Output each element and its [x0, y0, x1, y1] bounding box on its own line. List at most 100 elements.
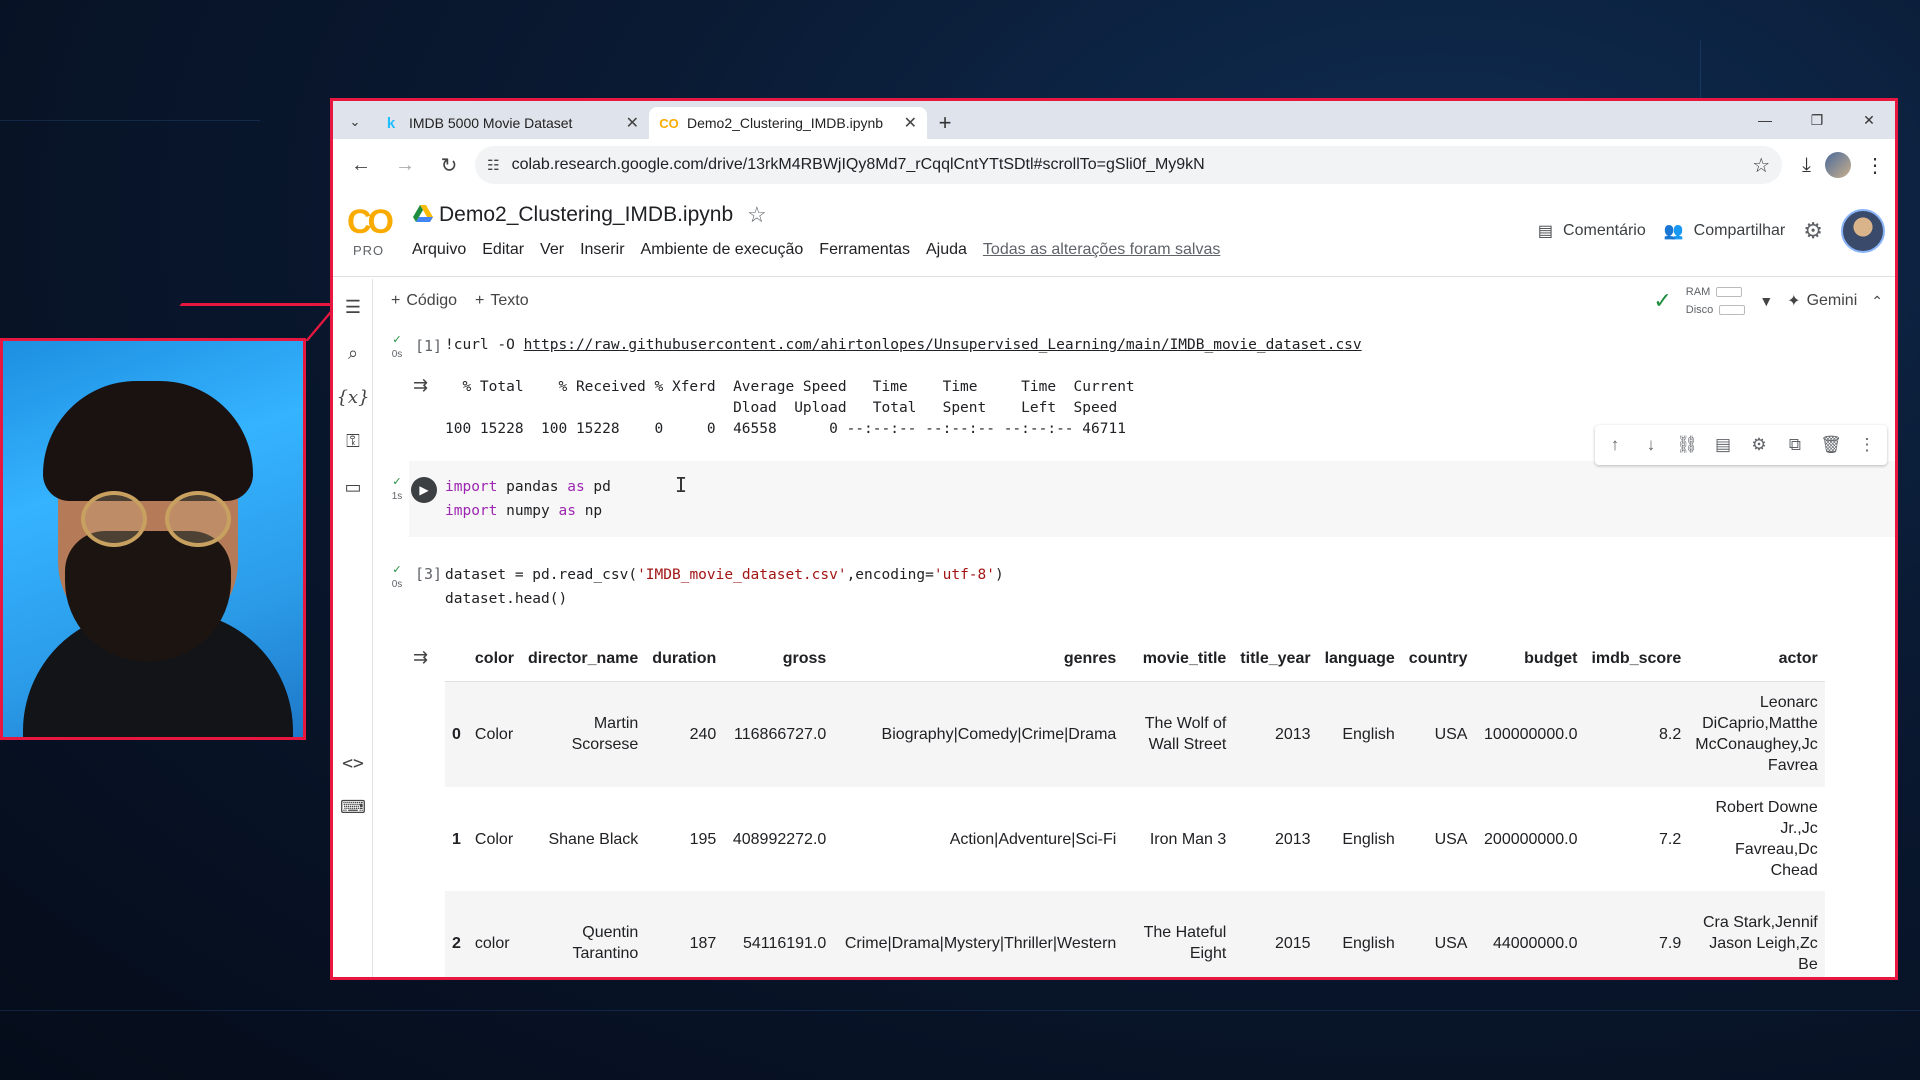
cell-code[interactable]: import pandas as pd import numpy as np	[445, 475, 1885, 523]
table-cell: 187	[645, 891, 724, 977]
table-of-contents-icon[interactable]: ☰	[339, 293, 367, 321]
link-icon[interactable]: ⛓	[1675, 435, 1699, 455]
table-cell: 116866727.0	[723, 681, 834, 787]
omnibox[interactable]: ☷ colab.research.google.com/drive/13rkM4…	[475, 146, 1783, 184]
new-tab-button[interactable]: +	[927, 107, 963, 139]
table-cell: Biography|Comedy|Crime|Drama	[833, 681, 1124, 787]
dataframe-table: color director_name duration gross genre…	[445, 637, 1825, 977]
tab-title: Demo2_Clustering_IMDB.ipynb	[687, 115, 884, 131]
add-code-button[interactable]: + Código	[391, 292, 457, 310]
account-avatar[interactable]	[1841, 209, 1885, 253]
restore-icon[interactable]: ❐	[1791, 101, 1843, 139]
gemini-button[interactable]: ✦ Gemini	[1787, 291, 1857, 311]
presenter-glasses	[81, 491, 147, 547]
column-header: director_name	[521, 637, 646, 682]
download-icon[interactable]: ⤓	[1802, 154, 1811, 177]
colab-logo-text: CO	[347, 203, 394, 241]
output-toggle-icon[interactable]: ⇉	[413, 647, 428, 668]
column-header: title_year	[1233, 637, 1318, 682]
star-icon[interactable]: ☆	[747, 202, 767, 228]
menu-inserir[interactable]: Inserir	[580, 241, 624, 259]
ram-bar	[1716, 287, 1743, 297]
close-window-icon[interactable]: ✕	[1843, 101, 1895, 139]
more-icon[interactable]: ⋮	[1855, 435, 1879, 455]
cell-actions-toolbar: ↑ ↓ ⛓ ▤ ⚙ ⧉ 🗑 ⋮	[1595, 425, 1887, 465]
command-palette-icon[interactable]: ⌨	[339, 793, 367, 821]
chevron-up-icon[interactable]: ⌃	[1871, 293, 1883, 310]
settings-gear-icon[interactable]: ⚙	[1803, 218, 1823, 244]
forward-icon[interactable]: →	[387, 147, 423, 183]
code-keyword: import	[445, 503, 498, 519]
code-link[interactable]: https://raw.githubusercontent.com/ahirto…	[524, 337, 1362, 353]
code-keyword: as	[558, 503, 576, 519]
back-icon[interactable]: ←	[343, 147, 379, 183]
mirror-cell-icon[interactable]: ⧉	[1783, 435, 1807, 455]
people-icon: 👥	[1663, 223, 1684, 240]
close-icon[interactable]: ✕	[626, 113, 639, 133]
close-icon[interactable]: ✕	[904, 113, 917, 133]
move-down-icon[interactable]: ↓	[1639, 435, 1663, 455]
profile-avatar[interactable]	[1825, 152, 1851, 178]
cell-code[interactable]: dataset = pd.read_csv('IMDB_movie_datase…	[445, 563, 1885, 611]
table-cell: English	[1317, 681, 1402, 787]
column-header: country	[1401, 637, 1475, 682]
menu-ambiente[interactable]: Ambiente de execução	[641, 241, 804, 259]
menu-ferramentas[interactable]: Ferramentas	[819, 241, 910, 259]
table-row: 2 color Quentin Tarantino 187 54116191.0…	[445, 891, 1825, 977]
output-toggle-icon[interactable]: ⇉	[413, 375, 428, 396]
table-cell: 2013	[1274, 830, 1311, 848]
move-up-icon[interactable]: ↑	[1603, 435, 1627, 455]
table-cell: 44000000.0	[1474, 891, 1585, 977]
connected-check-icon: ✓	[1653, 288, 1672, 313]
column-header: duration	[645, 637, 724, 682]
saved-status[interactable]: Todas as alterações foram salvas	[983, 241, 1220, 259]
add-text-button[interactable]: + Texto	[475, 292, 529, 310]
tab-search-icon[interactable]: ⌄	[339, 105, 371, 139]
bg-circuit-line	[0, 120, 260, 121]
cell-code[interactable]: !curl -O https://raw.githubusercontent.c…	[445, 333, 1885, 357]
code-snippets-icon[interactable]: <>	[339, 749, 367, 777]
tab-colab[interactable]: CO Demo2_Clustering_IMDB.ipynb ✕	[649, 107, 927, 139]
comment-icon: ▤	[1537, 223, 1554, 240]
comment-button[interactable]: ▤ Comentário	[1538, 221, 1646, 241]
menu-ajuda[interactable]: Ajuda	[926, 241, 967, 259]
menu-arquivo[interactable]: Arquivo	[412, 241, 466, 259]
minimize-icon[interactable]: —	[1739, 101, 1791, 139]
folder-icon[interactable]: ▭	[339, 473, 367, 501]
table-cell: Iron Man 3	[1149, 830, 1227, 848]
search-icon[interactable]: ⌕	[339, 339, 367, 367]
bookmark-star-icon[interactable]: ☆	[1752, 153, 1770, 178]
table-cell: color	[467, 891, 522, 977]
chevron-down-icon[interactable]: ▼	[1759, 293, 1773, 309]
column-header: gross	[723, 637, 834, 682]
colab-logo[interactable]: CO	[347, 203, 403, 243]
menu-ver[interactable]: Ver	[540, 241, 564, 259]
presenter-glasses	[165, 491, 231, 547]
cell-output: % Total % Received % Xferd Average Speed…	[445, 379, 1135, 437]
table-cell: 1	[452, 830, 461, 848]
delete-icon[interactable]: 🗑	[1819, 435, 1843, 455]
drive-icon[interactable]	[413, 205, 433, 223]
column-header: genres	[833, 637, 1124, 682]
code-keyword: import	[445, 479, 498, 495]
reload-icon[interactable]: ↻	[431, 147, 467, 183]
share-button[interactable]: 👥 Compartilhar	[1664, 221, 1786, 241]
site-info-icon[interactable]: ☷	[487, 157, 500, 174]
variables-icon[interactable]: {x}	[336, 383, 369, 411]
column-header: color	[467, 637, 522, 682]
resource-monitor[interactable]: RAM Disco	[1686, 283, 1746, 319]
tab-kaggle[interactable]: k IMDB 5000 Movie Dataset ✕	[371, 107, 649, 139]
tab-title: IMDB 5000 Movie Dataset	[409, 115, 573, 131]
comment-icon[interactable]: ▤	[1711, 435, 1735, 455]
run-cell-button[interactable]: ▶	[411, 477, 437, 503]
url-text[interactable]: colab.research.google.com/drive/13rkM4RB…	[512, 156, 1741, 174]
settings-gear-icon[interactable]: ⚙	[1747, 435, 1771, 455]
key-icon[interactable]: ⚿	[339, 427, 367, 455]
column-header	[445, 637, 468, 682]
notebook-title[interactable]: Demo2_Clustering_IMDB.ipynb	[439, 203, 733, 227]
table-cell: The Wolf of Wall Street	[1123, 681, 1234, 787]
menu-dots-icon[interactable]: ⋮	[1865, 153, 1885, 178]
left-rail: ☰ ⌕ {x} ⚿ ▭ <> ⌨	[333, 279, 373, 977]
table-row: 1 Color Shane Black 195 408992272.0 Acti…	[445, 787, 1825, 891]
menu-editar[interactable]: Editar	[482, 241, 524, 259]
